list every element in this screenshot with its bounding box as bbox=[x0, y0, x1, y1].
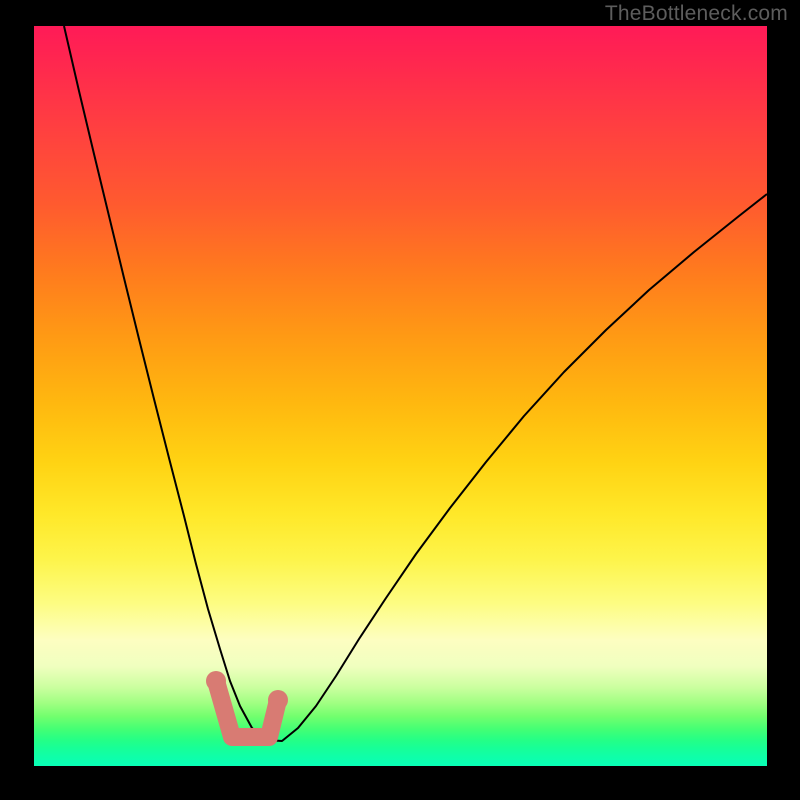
marker-dot bbox=[206, 671, 226, 691]
curve-layer bbox=[34, 26, 767, 766]
chart-frame: TheBottleneck.com bbox=[0, 0, 800, 800]
optimal-marker bbox=[216, 681, 278, 737]
marker-dot bbox=[268, 690, 288, 710]
bottleneck-curve bbox=[64, 26, 767, 741]
plot-area bbox=[34, 26, 767, 766]
watermark: TheBottleneck.com bbox=[605, 2, 788, 26]
